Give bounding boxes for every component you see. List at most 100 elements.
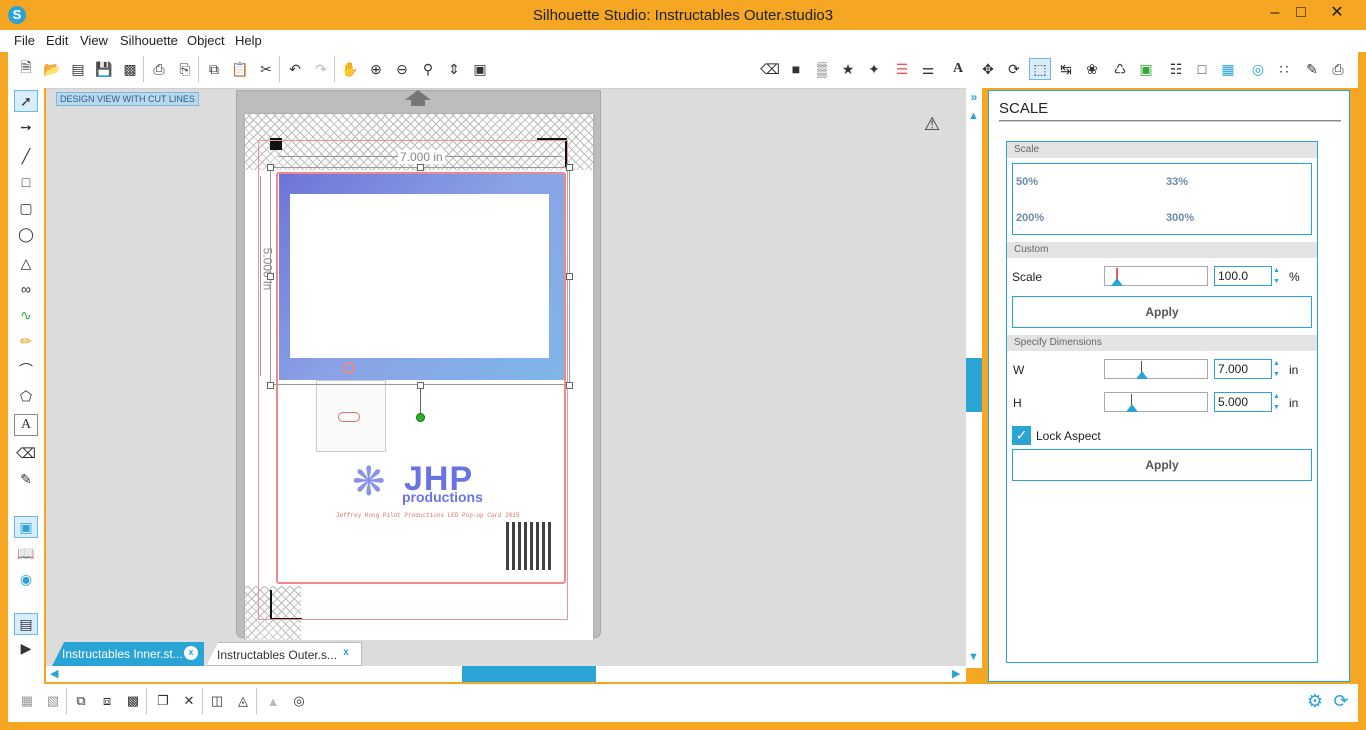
open-file-icon[interactable]: 📂 <box>41 58 63 80</box>
menu-silhouette[interactable]: Silhouette <box>120 33 178 48</box>
pixscan-icon[interactable]: ∷ <box>1273 58 1295 80</box>
arc-tool-icon[interactable]: ⌒ <box>14 359 38 381</box>
zoom-out-icon[interactable]: ⊖ <box>391 58 413 80</box>
eraser-icon[interactable]: ⌫ <box>759 58 781 80</box>
resize-handle[interactable] <box>566 164 573 171</box>
play-icon[interactable]: ▶ <box>14 637 38 659</box>
group-icon[interactable]: ▦ <box>16 690 38 712</box>
height-stepper[interactable]: ▲ ▼ <box>1273 392 1283 412</box>
scale-stepper[interactable]: ▲ ▼ <box>1273 266 1283 286</box>
width-slider-thumb[interactable] <box>1136 371 1148 379</box>
effects-icon[interactable]: ✦ <box>863 58 885 80</box>
pan-hand-icon[interactable]: ✋ <box>339 58 361 80</box>
resize-handle[interactable] <box>267 382 274 389</box>
scale-icon[interactable]: ⬚ <box>1029 58 1051 80</box>
warning-icon[interactable]: ⚠ <box>924 114 940 135</box>
pattern-icon[interactable]: ★ <box>837 58 859 80</box>
weld-icon[interactable]: ▩ <box>122 690 144 712</box>
polygon-tool-icon[interactable]: △ <box>14 252 38 274</box>
width-input[interactable]: 7.000 <box>1214 359 1272 379</box>
transform-icon[interactable]: ✥ <box>977 58 999 80</box>
height-slider-thumb[interactable] <box>1126 404 1138 412</box>
rounded-rectangle-icon[interactable]: ▢ <box>14 197 38 219</box>
height-input[interactable]: 5.000 <box>1214 392 1272 412</box>
release-icon[interactable]: ▲ <box>262 690 284 712</box>
window-panel-icon[interactable]: ▤ <box>14 613 38 635</box>
grid-icon[interactable]: ▦ <box>1217 58 1239 80</box>
vertical-scroll-thumb[interactable] <box>966 358 982 412</box>
resize-handle[interactable] <box>417 382 424 389</box>
tab-inner[interactable]: Instructables Inner.st... <box>52 642 204 666</box>
menu-object[interactable]: Object <box>187 33 225 48</box>
menu-view[interactable]: View <box>80 33 108 48</box>
scroll-right-icon[interactable]: ▶ <box>952 667 960 680</box>
close-window-button[interactable]: ✕ <box>1322 4 1352 24</box>
offset-icon[interactable]: ◎ <box>288 690 310 712</box>
cut-icon[interactable]: ✂ <box>255 58 277 80</box>
menu-edit[interactable]: Edit <box>46 33 68 48</box>
resize-handle[interactable] <box>566 382 573 389</box>
print-icon[interactable]: ⎙ <box>148 58 170 80</box>
make-compound-path-icon[interactable]: ⧉ <box>70 690 92 712</box>
scroll-down-icon[interactable]: ▼ <box>968 651 979 663</box>
undo-icon[interactable]: ↶ <box>284 58 306 80</box>
gradient-icon[interactable]: ▒ <box>811 58 833 80</box>
scroll-left-icon[interactable]: ◀ <box>50 667 58 680</box>
silhouette-store-icon[interactable]: ◉ <box>14 568 38 590</box>
design-page-icon[interactable]: ▣ <box>14 516 38 538</box>
regular-polygon-icon[interactable]: ⬠ <box>14 385 38 407</box>
preset-200-button[interactable]: 200% <box>1016 212 1044 224</box>
menu-file[interactable]: File <box>14 33 35 48</box>
preset-33-button[interactable]: 33% <box>1166 176 1188 188</box>
resize-handle[interactable] <box>267 164 274 171</box>
fit-to-window-icon[interactable]: ▣ <box>469 58 491 80</box>
rotate-icon[interactable]: ⟳ <box>1003 58 1025 80</box>
close-tab-icon[interactable]: x <box>339 646 353 660</box>
rotate-handle[interactable] <box>416 413 425 422</box>
expand-panel-icon[interactable]: » <box>966 90 982 106</box>
new-file-icon[interactable]: 🗎 <box>15 58 37 80</box>
scroll-up-icon[interactable]: ▲ <box>968 110 979 122</box>
scale-input[interactable]: 100.0 <box>1214 266 1272 286</box>
fill-color-icon[interactable]: ■ <box>785 58 807 80</box>
apply-dimensions-button[interactable]: Apply <box>1012 449 1312 481</box>
horizontal-scroll-thumb[interactable] <box>462 666 596 682</box>
send-to-silhouette-icon[interactable]: ⎘ <box>174 58 196 80</box>
trace-icon[interactable]: ◎ <box>1247 58 1269 80</box>
ellipse-tool-icon[interactable]: ◯ <box>14 223 38 245</box>
smooth-freehand-icon[interactable]: ✏ <box>14 330 38 352</box>
zoom-in-icon[interactable]: ⊕ <box>365 58 387 80</box>
ungroup-icon[interactable]: ▧ <box>42 690 64 712</box>
knife-tool-icon[interactable]: ✎ <box>14 468 38 490</box>
design-store-icon[interactable]: ▣ <box>1135 58 1157 80</box>
eraser-tool-icon[interactable]: ⌫ <box>14 442 38 464</box>
resize-handle[interactable] <box>267 273 274 280</box>
redo-icon[interactable]: ↷ <box>310 58 332 80</box>
send-backward-icon[interactable]: ◬ <box>232 690 254 712</box>
preset-300-button[interactable]: 300% <box>1166 212 1194 224</box>
replicate-icon[interactable]: ❀ <box>1081 58 1103 80</box>
drag-zoom-icon[interactable]: ⇕ <box>443 58 465 80</box>
rectangle-tool-icon[interactable]: □ <box>14 171 38 193</box>
close-tab-icon[interactable]: x <box>184 646 198 660</box>
cut-settings-icon[interactable]: ✎ <box>1301 58 1323 80</box>
bring-forward-icon[interactable]: ◫ <box>206 690 228 712</box>
width-stepper[interactable]: ▲ ▼ <box>1273 359 1283 379</box>
sync-icon[interactable]: ⟳ <box>1330 690 1352 712</box>
release-compound-path-icon[interactable]: ⧈ <box>96 690 118 712</box>
text-style-icon[interactable]: A <box>947 58 969 80</box>
library-icon[interactable]: ▤ <box>67 58 89 80</box>
curve-tool-icon[interactable]: ∞ <box>14 278 38 300</box>
settings-gear-icon[interactable]: ⚙ <box>1304 690 1326 712</box>
delete-icon[interactable]: ✕ <box>178 690 200 712</box>
library-store-icon[interactable]: ♺ <box>1109 58 1131 80</box>
save-icon[interactable]: 💾 <box>93 58 115 80</box>
line-tool-icon[interactable]: ╱ <box>14 145 38 167</box>
lock-aspect-checkbox[interactable]: ✓ <box>1012 426 1031 445</box>
duplicate-icon[interactable]: ❐ <box>152 690 174 712</box>
maximize-button[interactable]: □ <box>1286 4 1316 24</box>
copy-icon[interactable]: ⧉ <box>203 58 225 80</box>
line-style-icon[interactable]: ⚌ <box>917 58 939 80</box>
select-tool-icon[interactable]: ➚ <box>14 90 38 112</box>
scale-slider-thumb[interactable] <box>1111 278 1123 286</box>
